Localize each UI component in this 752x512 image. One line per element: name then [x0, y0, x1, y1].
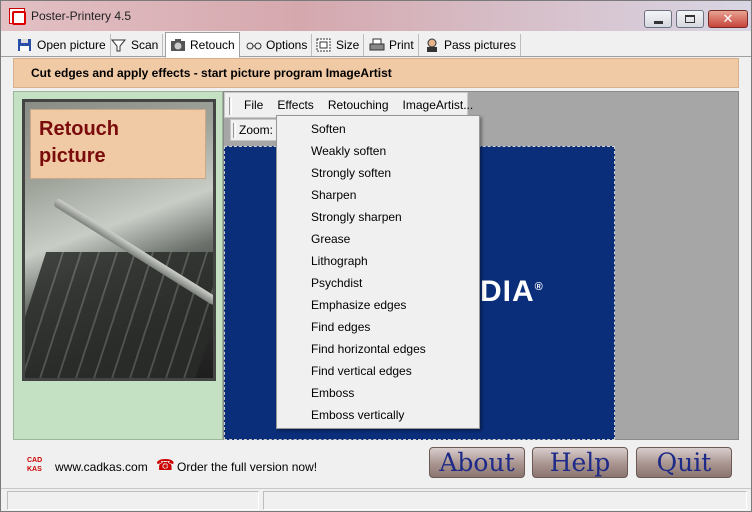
- effects-grease[interactable]: Grease: [277, 228, 479, 250]
- phone-icon: [156, 456, 175, 474]
- help-button[interactable]: Help: [532, 447, 628, 478]
- effects-lithograph[interactable]: Lithograph: [277, 250, 479, 272]
- effects-find-vertical-edges[interactable]: Find vertical edges: [277, 360, 479, 382]
- tab-label: Retouch: [190, 38, 235, 52]
- left-panel: Retouch picture: [13, 91, 223, 440]
- tab-bar: Open picture Scan Retouch Options Size P…: [1, 31, 751, 58]
- effects-weakly-soften[interactable]: Weakly soften: [277, 140, 479, 162]
- maximize-button[interactable]: [676, 10, 704, 28]
- tab-pass-pictures[interactable]: Pass pictures: [420, 34, 522, 56]
- window-title: Poster-Printery 4.5: [31, 9, 132, 23]
- tab-size[interactable]: Size: [312, 34, 365, 56]
- retouch-heading-card: Retouch picture: [30, 109, 206, 179]
- instruction-banner: Cut edges and apply effects - start pict…: [13, 58, 739, 88]
- toolbar-grip[interactable]: [233, 123, 236, 138]
- keyboard-photo: Retouch picture: [22, 99, 216, 381]
- effects-emboss-vertically[interactable]: Emboss vertically: [277, 404, 479, 426]
- zoom-label: Zoom:: [239, 123, 274, 137]
- maximize-icon: [685, 15, 695, 23]
- minimize-icon: [653, 20, 663, 24]
- effects-sharpen[interactable]: Sharpen: [277, 184, 479, 206]
- title-bar[interactable]: Poster-Printery 4.5 ✕: [1, 1, 751, 31]
- tab-label: Options: [266, 38, 308, 52]
- order-link[interactable]: Order the full version now!: [177, 460, 317, 474]
- menu-retouching[interactable]: Retouching: [321, 98, 396, 112]
- tab-scan[interactable]: Scan: [107, 34, 164, 56]
- tab-label: Size: [336, 38, 360, 52]
- save-icon: [17, 38, 33, 52]
- retouch-heading-line2: picture: [39, 145, 106, 167]
- glasses-icon: [246, 38, 262, 52]
- tab-label: Pass pictures: [444, 38, 517, 52]
- resize-icon: [316, 38, 332, 52]
- effects-find-edges[interactable]: Find edges: [277, 316, 479, 338]
- camera-icon: [170, 38, 186, 52]
- website-link[interactable]: www.cadkas.com: [55, 460, 148, 474]
- person-icon: [424, 38, 440, 52]
- tab-label: Print: [389, 38, 414, 52]
- menu-imageartist[interactable]: ImageArtist...: [396, 98, 481, 112]
- effects-find-horizontal-edges[interactable]: Find horizontal edges: [277, 338, 479, 360]
- tab-retouch[interactable]: Retouch: [165, 32, 240, 58]
- retouch-heading-line1: Retouch: [39, 118, 119, 140]
- effects-strongly-soften[interactable]: Strongly soften: [277, 162, 479, 184]
- effects-psychdist[interactable]: Psychdist: [277, 272, 479, 294]
- status-pane-left: [7, 491, 259, 510]
- photo-keys: [25, 252, 213, 378]
- toolbar-grip[interactable]: [229, 97, 232, 115]
- close-icon: ✕: [722, 11, 734, 27]
- app-window: Poster-Printery 4.5 ✕ Open picture Scan …: [0, 0, 752, 512]
- tab-open-picture[interactable]: Open picture: [13, 34, 111, 56]
- about-button[interactable]: About: [429, 447, 525, 478]
- cadkas-logo-icon: [27, 456, 49, 478]
- status-pane-right: [263, 491, 747, 510]
- tab-print[interactable]: Print: [365, 34, 419, 56]
- brand-logo-text: DIA®: [480, 275, 544, 309]
- effects-soften[interactable]: Soften: [277, 118, 479, 140]
- scanner-icon: [110, 38, 127, 52]
- menu-file[interactable]: File: [237, 98, 270, 112]
- effects-strongly-sharpen[interactable]: Strongly sharpen: [277, 206, 479, 228]
- footer: www.cadkas.com Order the full version no…: [13, 444, 739, 486]
- effects-emphasize-edges[interactable]: Emphasize edges: [277, 294, 479, 316]
- app-logo-icon: [9, 8, 26, 25]
- menu-effects[interactable]: Effects: [270, 98, 320, 112]
- minimize-button[interactable]: [644, 10, 672, 28]
- brand-text: DIA: [480, 275, 535, 308]
- tab-label: Open picture: [37, 38, 106, 52]
- tab-options[interactable]: Options: [242, 34, 313, 56]
- printer-icon: [369, 38, 385, 52]
- close-button[interactable]: ✕: [708, 10, 748, 28]
- status-bar: [1, 488, 751, 511]
- registered-mark: ®: [534, 281, 544, 293]
- tab-label: Scan: [131, 38, 159, 52]
- effects-dropdown-menu: Soften Weakly soften Strongly soften Sha…: [276, 115, 480, 429]
- effects-emboss[interactable]: Emboss: [277, 382, 479, 404]
- quit-button[interactable]: Quit: [636, 447, 732, 478]
